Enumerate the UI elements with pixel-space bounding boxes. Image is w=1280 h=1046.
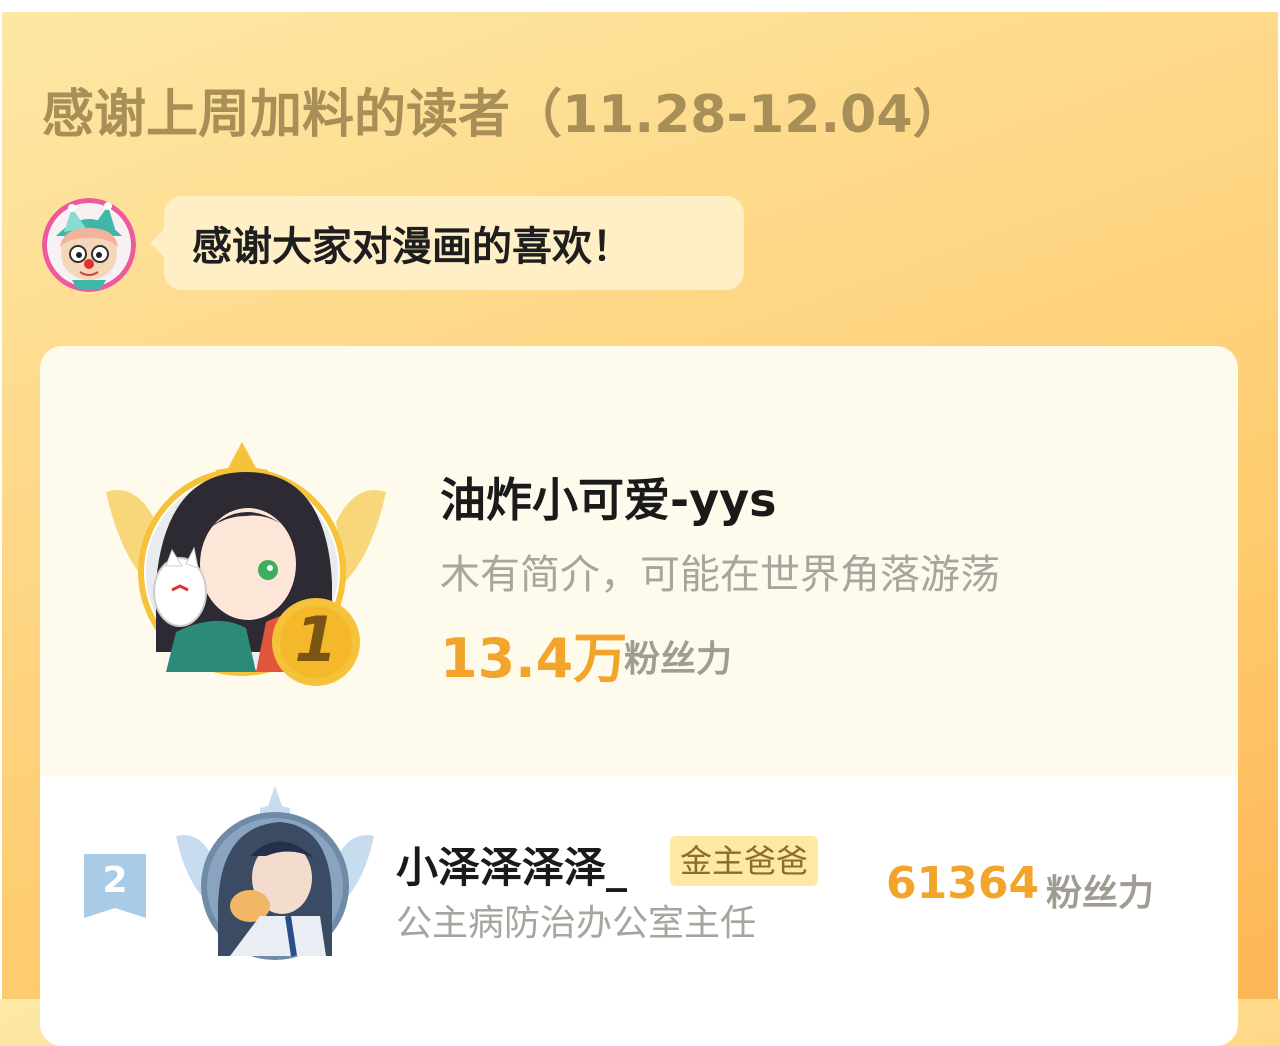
rank1-bio: 木有简介，可能在世界角落游荡 — [440, 552, 1000, 598]
message-text: 感谢大家对漫画的喜欢！ — [192, 224, 632, 270]
rank2-name[interactable]: 小泽泽泽泽_ — [396, 834, 627, 895]
top-border — [0, 0, 1280, 12]
rank1-avatar[interactable]: 1 — [96, 432, 396, 692]
left-border — [0, 0, 2, 999]
message-bubble: 感谢大家对漫画的喜欢！ — [150, 196, 744, 290]
rank2-fans-label: 粉丝力 — [1046, 873, 1155, 914]
rank2-number: 2 — [102, 860, 128, 901]
rank1-fans-value: 13.4万 — [440, 627, 628, 690]
page-title: 感谢上周加料的读者（11.28-12.04） — [42, 85, 965, 145]
ranking-card: 1 油炸小可爱-yys 木有简介，可能在世界角落游荡 13.4万 粉丝力 2 小… — [40, 346, 1238, 1046]
status-badge: 金主爸爸 — [670, 836, 819, 886]
rank2-fans-value: 61364 — [886, 858, 1040, 909]
rank2-avatar[interactable] — [170, 786, 380, 966]
rank1-fans-label: 粉丝力 — [624, 639, 733, 680]
clown-mascot-icon — [42, 198, 136, 292]
rank1-name[interactable]: 油炸小可爱-yys — [440, 464, 776, 530]
rank2-bio: 公主病防治办公室主任 — [396, 903, 757, 944]
rank1-number: 1 — [294, 603, 338, 676]
rank2-ribbon-icon: 2 — [84, 854, 146, 918]
